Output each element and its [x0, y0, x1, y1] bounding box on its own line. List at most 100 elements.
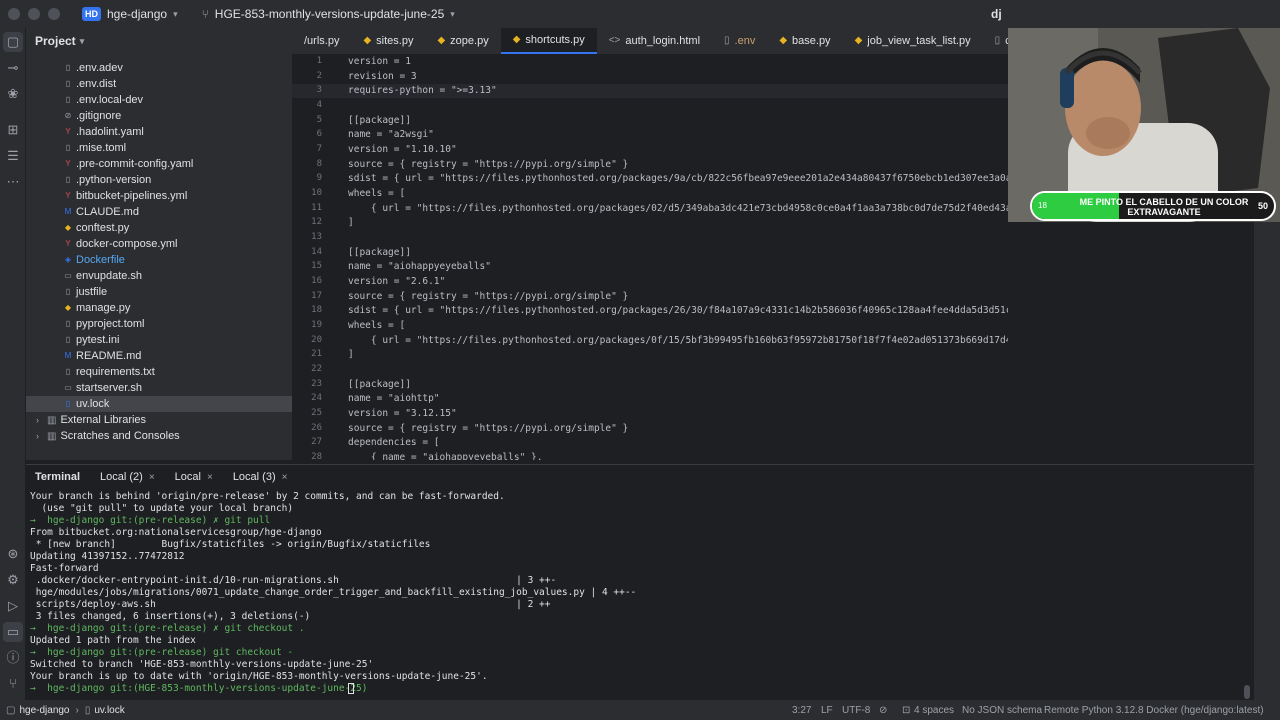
cursor-position[interactable]: 3:27 [792, 705, 811, 716]
file-tree-item[interactable]: ▭ envupdate.sh [26, 268, 292, 284]
editor-tab[interactable]: ◆ zope.py [425, 28, 500, 54]
branch-selector[interactable]: HGE-853-monthly-versions-update-june-25 [215, 7, 444, 21]
line-number: 13 [311, 232, 322, 243]
file-encoding[interactable]: UTF-8 [842, 705, 870, 716]
project-selector[interactable]: hge-django [107, 7, 167, 21]
editor-tab[interactable]: ◆ job_view_task_list.py [843, 28, 983, 54]
project-panel-header[interactable]: Project ▾ [26, 28, 292, 54]
services-icon[interactable]: ⚙ [3, 570, 23, 590]
more-icon[interactable]: ⋯ [3, 172, 23, 192]
indent-setting[interactable]: 4 spaces [914, 705, 954, 716]
code-line: revision = 3 [348, 70, 417, 82]
file-tree-item[interactable]: ▭ startserver.sh [26, 380, 292, 396]
terminal-icon[interactable]: ▭ [3, 622, 23, 642]
code-line: source = { registry = "https://pypi.org/… [348, 158, 629, 170]
user-initials[interactable]: dj [991, 7, 1002, 21]
git-branch-icon: ⑂ [201, 7, 209, 21]
file-tree-item[interactable]: ▯ .env.local-dev [26, 92, 292, 108]
file-tree-item[interactable]: M README.md [26, 348, 292, 364]
terminal-scrollbar[interactable] [1244, 685, 1250, 699]
terminal-tab[interactable]: Local × [167, 471, 221, 483]
line-number: 27 [311, 437, 322, 448]
problems-icon[interactable]: ⓘ [3, 648, 23, 668]
chevron-right-icon[interactable]: › [36, 431, 39, 441]
file-tree-item[interactable]: ▯ justfile [26, 284, 292, 300]
terminal-cursor [348, 683, 354, 694]
external-libraries[interactable]: › ▥ External Libraries [26, 412, 292, 428]
editor-tab[interactable]: ◆ sites.py [351, 28, 425, 54]
bookmarks-icon[interactable]: ☰ [3, 146, 23, 166]
breadcrumb-folder-icon: ▢ [6, 704, 16, 716]
line-number: 17 [311, 290, 322, 301]
chevron-down-icon[interactable]: ▾ [173, 9, 178, 20]
terminal-tab[interactable]: Terminal [27, 471, 88, 483]
line-number: 21 [311, 349, 322, 360]
line-number: 26 [311, 422, 322, 433]
run-icon[interactable]: ▷ [3, 596, 23, 616]
window-maximize-icon[interactable] [48, 8, 60, 20]
editor-tab[interactable]: /urls.py [292, 28, 351, 54]
close-icon[interactable]: × [207, 472, 213, 483]
scratches-and-consoles[interactable]: › ▥ Scratches and Consoles [26, 428, 292, 444]
editor-tab[interactable]: <> auth_login.html [597, 28, 712, 54]
file-tree-item[interactable]: ▯ pytest.ini [26, 332, 292, 348]
file-tree-item-label: Dockerfile [76, 254, 125, 266]
file-tree-item[interactable]: ▯ pyproject.toml [26, 316, 292, 332]
file-tree-item[interactable]: Y .pre-commit-config.yaml [26, 156, 292, 172]
file-tree-item[interactable]: ◆ conftest.py [26, 220, 292, 236]
file-type-icon: ▯ [65, 63, 71, 72]
chevron-down-icon[interactable]: ▾ [450, 9, 455, 20]
chevron-down-icon[interactable]: ▾ [80, 36, 85, 47]
editor-tab[interactable]: ◆ shortcuts.py [500, 28, 597, 54]
folder-icon[interactable]: ▢ [3, 32, 23, 52]
breadcrumb-file[interactable]: uv.lock [94, 705, 124, 716]
structure-icon[interactable]: ⊞ [3, 120, 23, 140]
editor-tab[interactable]: ▯ .env [712, 28, 767, 54]
file-type-icon: ⊘ [64, 111, 72, 120]
chevron-right-icon[interactable]: › [36, 415, 39, 425]
commit-icon[interactable]: ⊸ [3, 58, 23, 78]
window-minimize-icon[interactable] [28, 8, 40, 20]
file-tree-item[interactable]: Y .hadolint.yaml [26, 124, 292, 140]
python-console-icon[interactable]: ⊛ [3, 544, 23, 564]
line-number: 20 [311, 334, 322, 345]
close-icon[interactable]: × [149, 472, 155, 483]
terminal-line: From bitbucket.org:nationalservicesgroup… [30, 527, 322, 538]
readonly-icon[interactable]: ⊘ [879, 705, 887, 716]
line-number: 3 [316, 85, 322, 96]
file-tree-item[interactable]: ▯ uv.lock [26, 396, 292, 412]
json-schema[interactable]: No JSON schema [962, 705, 1042, 716]
line-ending[interactable]: LF [821, 705, 833, 716]
file-tree-item[interactable]: M CLAUDE.md [26, 204, 292, 220]
python-interpreter[interactable]: Remote Python 3.12.8 Docker (hge/django:… [1044, 705, 1264, 716]
editor-tab-label: sites.py [376, 35, 414, 47]
terminal-tab[interactable]: Local (2) × [92, 471, 163, 483]
code-line: name = "aiohappyeyeballs" [348, 261, 491, 273]
close-icon[interactable]: × [282, 472, 288, 483]
git-icon[interactable]: ⑂ [3, 674, 23, 694]
file-tree-item[interactable]: ▯ .env.dist [26, 76, 292, 92]
breadcrumb-project[interactable]: hge-django [19, 705, 69, 716]
window-close-icon[interactable] [8, 8, 20, 20]
line-number: 22 [311, 364, 322, 375]
file-tree-item[interactable]: ▯ .python-version [26, 172, 292, 188]
file-tree-item[interactable]: ◈ Dockerfile [26, 252, 292, 268]
file-tree-item[interactable]: ◆ manage.py [26, 300, 292, 316]
editor-tab[interactable]: ▯cicd.ju [983, 28, 1008, 54]
line-number: 5 [316, 114, 322, 125]
line-number: 16 [311, 276, 322, 287]
plugins-icon[interactable]: ❀ [3, 84, 23, 104]
terminal-line: → hge-django git:(pre-release) git check… [30, 647, 294, 658]
file-tree-item[interactable]: Ydocker-compose.yml [26, 236, 292, 252]
file-tree-item[interactable]: ⊘ .gitignore [26, 108, 292, 124]
editor-tabs: /urls.py ◆ sites.py ◆ zope.py ◆ shortcuts.py <>… [292, 28, 1008, 54]
line-number: 28 [311, 452, 322, 463]
terminal-output[interactable]: Your branch is behind 'origin/pre-releas… [26, 489, 1254, 701]
terminal-tab[interactable]: Local (3) × [225, 471, 296, 483]
editor-tab[interactable]: ◆ base.py [767, 28, 842, 54]
file-tree-item[interactable]: ▯ .mise.toml [26, 140, 292, 156]
file-tree-item[interactable]: ▯ requirements.txt [26, 364, 292, 380]
file-tree-item[interactable]: Ybitbucket-pipelines.yml [26, 188, 292, 204]
terminal-tab-label: Local (2) [100, 471, 143, 483]
file-tree-item[interactable]: ▯ .env.adev [26, 60, 292, 76]
